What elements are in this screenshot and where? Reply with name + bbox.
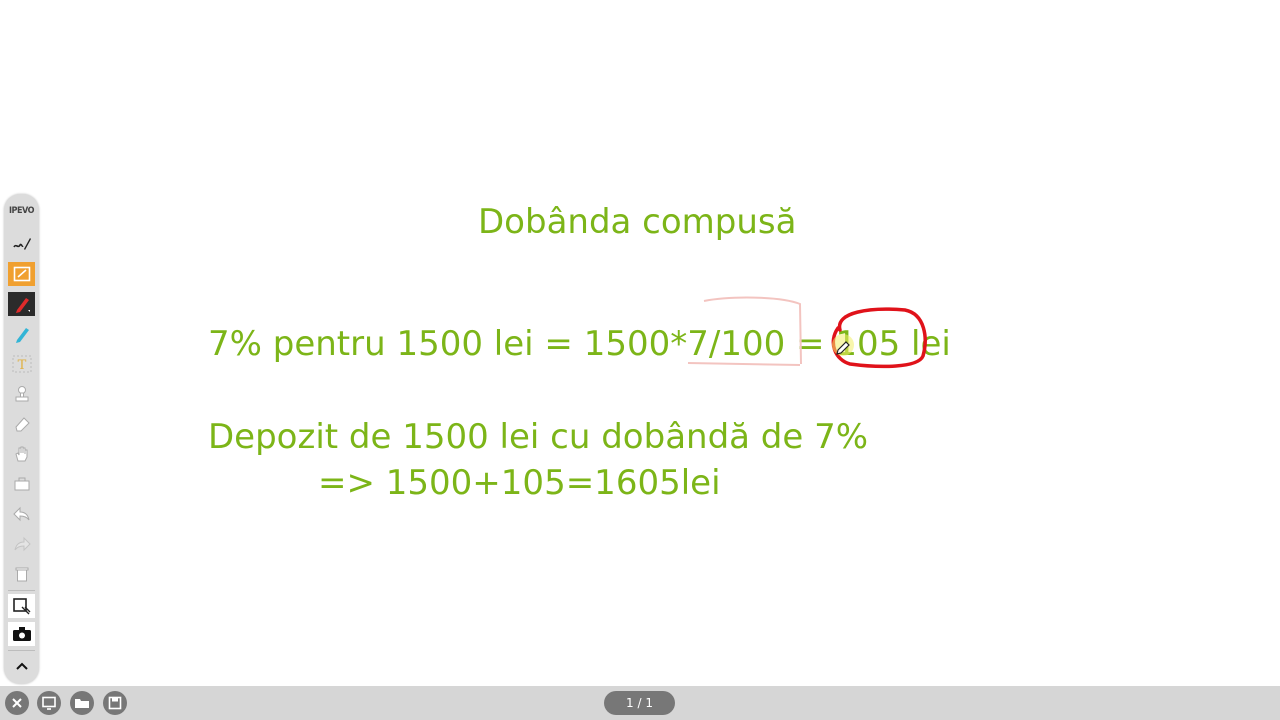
ipevo-logo: IPEVO [9, 206, 34, 216]
left-toolbar: IPEVO T [4, 194, 39, 684]
save-icon[interactable] [103, 691, 127, 715]
collapse-icon[interactable] [8, 654, 35, 678]
bottom-bar: 1 / 1 [0, 686, 1280, 720]
open-folder-icon[interactable] [70, 691, 94, 715]
toolbar-divider [8, 650, 35, 651]
equation-line-3: => 1500+105=1605lei [318, 463, 721, 503]
undo-icon[interactable] [8, 502, 35, 526]
toolbar-divider [8, 590, 35, 591]
close-icon[interactable] [5, 691, 29, 715]
snapshot-icon[interactable] [8, 594, 35, 618]
highlighter-icon[interactable] [8, 322, 35, 346]
redo-icon[interactable] [8, 532, 35, 556]
trash-icon[interactable] [8, 562, 35, 586]
slide-title: Dobânda compusă [478, 202, 797, 242]
equation-line-1: 7% pentru 1500 lei = 1500*7/100 = 105 le… [208, 324, 951, 364]
pen-icon[interactable] [8, 292, 35, 316]
svg-text:T: T [17, 358, 26, 373]
eraser-icon[interactable] [8, 412, 35, 436]
toolbox-icon[interactable] [8, 472, 35, 496]
stamp-icon[interactable] [8, 382, 35, 406]
whiteboard-mode-icon[interactable] [8, 262, 35, 286]
new-page-icon[interactable] [37, 691, 61, 715]
camera-icon[interactable] [8, 622, 35, 646]
whiteboard-canvas[interactable]: Dobânda compusă 7% pentru 1500 lei = 150… [0, 0, 1280, 686]
page-indicator[interactable]: 1 / 1 [604, 691, 675, 715]
text-icon[interactable]: T [8, 352, 35, 376]
text-line-2: Depozit de 1500 lei cu dobândă de 7% [208, 417, 869, 457]
hand-icon[interactable] [8, 442, 35, 466]
annotation-mode-icon[interactable] [8, 232, 35, 256]
